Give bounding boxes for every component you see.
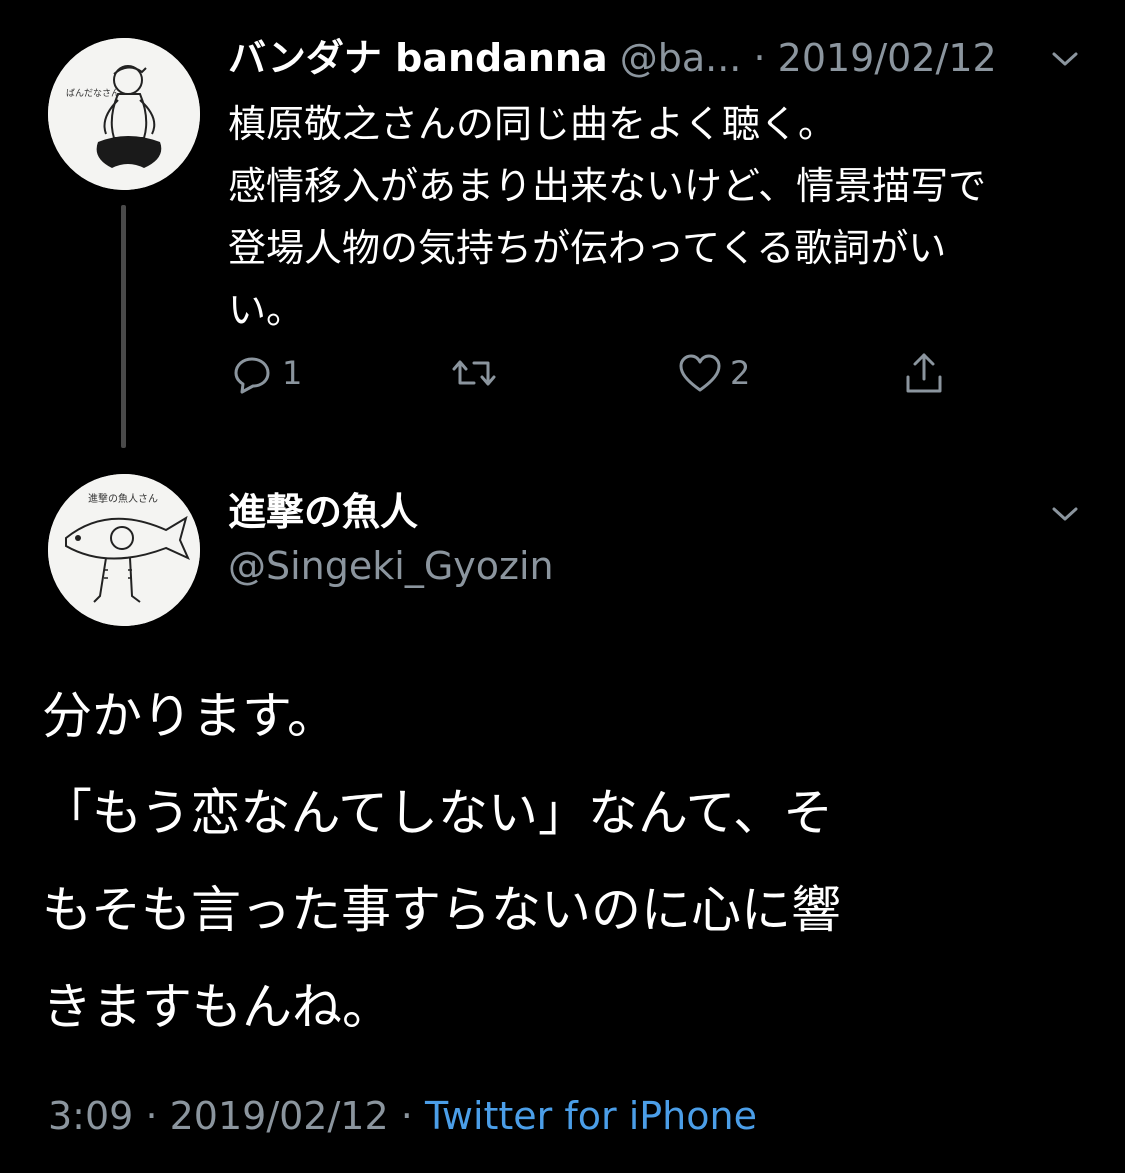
like-button[interactable]: 2 [676,345,750,401]
reply-count: 1 [282,354,303,392]
header-separator: · [753,36,766,80]
reply-icon [234,357,270,394]
tweet-date: 2019/02/12 [169,1094,389,1138]
parent-tweet-header: バンダナ bandanna @ba... · 2019/02/12 [228,30,1068,86]
reply-display-name[interactable]: 進撃の魚人 [228,486,418,538]
footer-separator: · [145,1094,158,1138]
reply-button[interactable]: 1 [228,345,302,401]
chevron-down-icon [1052,507,1078,521]
parent-tweet-line: 登場人物の気持ちが伝わってくる歌詞がい [228,226,947,270]
parent-tweet-text: 槙原敬之さんの同じ曲をよく聴く。 感情移入があまり出来ないけど、情景描写で 登場… [228,93,1078,341]
avatar-caption: 進撃の魚人さん [88,492,158,505]
parent-display-name[interactable]: バンダナ bandanna [228,36,608,80]
parent-tweet-line: 感情移入があまり出来ないけど、情景描写で [228,164,987,208]
share-icon [906,353,942,393]
parent-date[interactable]: 2019/02/12 [778,36,997,80]
tweet-time: 3:09 [48,1094,134,1138]
footer-separator: · [400,1094,413,1138]
like-count: 2 [730,354,751,392]
parent-tweet-line: い。 [228,288,305,332]
avatar-bandanna[interactable]: ばんだなさん [48,38,200,190]
avatar-singeki-gyozin[interactable]: 進撃の魚人さん [48,474,200,626]
reply-tweet-line: もそも言った事すらないのに心に響 [42,881,841,939]
parent-tweet-line: 槙原敬之さんの同じ曲をよく聴く。 [228,102,837,146]
reply-tweet-line: 分かります。 [42,687,337,745]
retweet-icon [452,360,496,386]
avatar-fish-sketch-icon: 進撃の魚人さん [48,474,200,626]
parent-tweet-menu-button[interactable] [1048,42,1082,76]
share-button[interactable] [900,345,948,401]
reply-tweet-menu-button[interactable] [1048,497,1082,531]
thread-connector-line [121,205,126,448]
retweet-button[interactable] [450,345,498,401]
tweet-metadata: 3:09 · 2019/02/12 · Twitter for iPhone [48,1088,757,1144]
reply-handle[interactable]: @Singeki_Gyozin [228,540,554,592]
reply-tweet-line: きますもんね。 [42,978,392,1036]
chevron-down-icon [1052,52,1078,66]
reply-tweet-text: 分かります。 「もう恋なんてしない」なんて、そ もそも言った事すらないのに心に響… [42,668,1082,1056]
avatar-person-sketch-icon: ばんだなさん [48,38,200,190]
parent-handle[interactable]: @ba... [620,36,742,80]
tweet-source-link[interactable]: Twitter for iPhone [425,1094,757,1138]
reply-tweet-line: 「もう恋なんてしない」なんて、そ [42,784,833,842]
heart-icon [679,354,721,392]
avatar-caption: ばんだなさん [66,88,120,99]
parent-tweet-action-bar: 1 2 [228,345,988,401]
